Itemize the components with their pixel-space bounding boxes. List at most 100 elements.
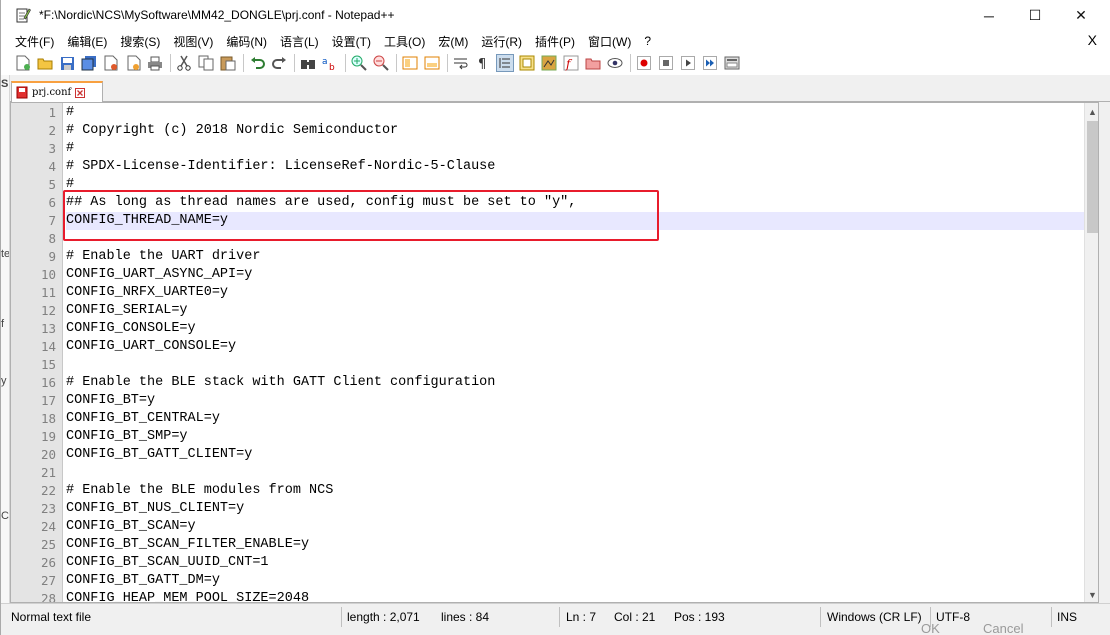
code-line[interactable]	[66, 356, 1084, 374]
scrollbar-thumb[interactable]	[1087, 121, 1098, 233]
zoom-out-icon[interactable]	[373, 55, 389, 71]
svg-text:b: b	[329, 63, 335, 71]
replace-icon[interactable]: ab	[322, 55, 338, 71]
tab-label: prj.conf	[32, 87, 72, 98]
code-line[interactable]: CONFIG_THREAD_NAME=y	[66, 212, 1084, 230]
status-divider	[559, 607, 560, 627]
code-line[interactable]: CONFIG_BT=y	[66, 392, 1084, 410]
maximize-button[interactable]: ☐	[1012, 0, 1058, 31]
code-line[interactable]: CONFIG_UART_CONSOLE=y	[66, 338, 1084, 356]
tab-close-icon[interactable]	[75, 87, 86, 98]
copy-icon[interactable]	[198, 55, 214, 71]
code-line[interactable]: CONFIG_SERIAL=y	[66, 302, 1084, 320]
play-macro-icon[interactable]	[680, 55, 696, 71]
menu-run[interactable]: 运行(R)	[481, 33, 522, 50]
code-line[interactable]: # Enable the UART driver	[66, 248, 1084, 266]
code-line[interactable]: CONFIG_BT_SCAN=y	[66, 518, 1084, 536]
code-line[interactable]: CONFIG_BT_SCAN_UUID_CNT=1	[66, 554, 1084, 572]
print-icon[interactable]	[147, 55, 163, 71]
menu-settings[interactable]: 设置(T)	[332, 33, 371, 50]
line-number: 16	[40, 375, 56, 390]
code-line[interactable]: CONFIG_BT_CENTRAL=y	[66, 410, 1084, 428]
save-all-icon[interactable]	[81, 55, 97, 71]
run-macro-multiple-icon[interactable]	[702, 55, 718, 71]
minimize-button[interactable]: ─	[966, 0, 1012, 31]
menu-search[interactable]: 搜索(S)	[120, 33, 160, 50]
menu-help[interactable]: ?	[644, 34, 651, 48]
monitoring-icon[interactable]	[607, 55, 623, 71]
code-line[interactable]: ## As long as thread names are used, con…	[66, 194, 1084, 212]
code-line[interactable]: CONFIG_BT_NUS_CLIENT=y	[66, 500, 1084, 518]
maximize-icon: ☐	[1028, 7, 1042, 23]
scroll-up-icon[interactable]: ▲	[1088, 107, 1097, 117]
status-insert-mode: INS	[1057, 610, 1078, 624]
line-number: 28	[40, 591, 56, 603]
folder-workspace-icon[interactable]	[585, 55, 601, 71]
code-line[interactable]: #	[66, 140, 1084, 158]
doc-map-icon[interactable]	[541, 55, 557, 71]
code-line[interactable]: CONFIG_HEAP_MEM_POOL_SIZE=2048	[66, 590, 1084, 602]
zoom-in-icon[interactable]	[351, 55, 367, 71]
menu-plugins[interactable]: 插件(P)	[535, 33, 575, 50]
redo-icon[interactable]	[271, 55, 287, 71]
find-icon[interactable]	[300, 55, 316, 71]
menu-tools[interactable]: 工具(O)	[384, 33, 425, 50]
menu-edit[interactable]: 编辑(E)	[67, 33, 107, 50]
undo-icon[interactable]	[249, 55, 265, 71]
close-window-button[interactable]: ✕	[1058, 0, 1104, 31]
save-macro-icon[interactable]	[724, 55, 740, 71]
text-editor[interactable]: 1 2 3 4 5 6 7 8 9 10 11 12 13 14 15 16 17 18 19 20 21 22 23 24 2…	[10, 102, 1099, 603]
record-macro-icon[interactable]	[636, 55, 652, 71]
tab-prj-conf[interactable]: prj.conf	[11, 81, 103, 102]
cut-icon[interactable]	[176, 55, 192, 71]
code-line[interactable]: CONFIG_NRFX_UARTE0=y	[66, 284, 1084, 302]
open-file-icon[interactable]	[37, 55, 53, 71]
close-all-icon[interactable]	[125, 55, 141, 71]
new-file-icon[interactable]	[15, 55, 31, 71]
menu-window[interactable]: 窗口(W)	[588, 33, 631, 50]
show-all-chars-icon[interactable]: ¶	[475, 55, 491, 71]
line-number: 14	[40, 339, 56, 354]
vertical-scrollbar[interactable]: ▲ ▼	[1084, 103, 1098, 602]
close-file-icon[interactable]	[103, 55, 119, 71]
code-line[interactable]: # Enable the BLE stack with GATT Client …	[66, 374, 1084, 392]
code-line[interactable]: CONFIG_UART_ASYNC_API=y	[66, 266, 1084, 284]
title-bar[interactable]: *F:\Nordic\NCS\MySoftware\MM42_DONGLE\pr…	[1, 0, 1110, 31]
code-line[interactable]: CONFIG_CONSOLE=y	[66, 320, 1084, 338]
menu-encoding[interactable]: 编码(N)	[226, 33, 267, 50]
status-divider	[820, 607, 821, 627]
indent-guide-icon[interactable]	[496, 54, 514, 72]
code-line[interactable]: CONFIG_BT_GATT_DM=y	[66, 572, 1084, 590]
code-line[interactable]: CONFIG_BT_SCAN_FILTER_ENABLE=y	[66, 536, 1084, 554]
code-line[interactable]	[66, 230, 1084, 248]
menu-language[interactable]: 语言(L)	[280, 33, 319, 50]
stop-macro-icon[interactable]	[658, 55, 674, 71]
code-line[interactable]: # Copyright (c) 2018 Nordic Semiconducto…	[66, 122, 1084, 140]
save-icon[interactable]	[59, 55, 75, 71]
sync-horizontal-icon[interactable]	[424, 55, 440, 71]
code-line[interactable]: CONFIG_BT_SMP=y	[66, 428, 1084, 446]
paste-icon[interactable]	[220, 55, 236, 71]
code-area[interactable]: # # Copyright (c) 2018 Nordic Semiconduct…	[64, 103, 1084, 602]
function-list-icon[interactable]: f	[563, 55, 579, 71]
background-char: y	[1, 375, 7, 387]
code-line[interactable]: # SPDX-License-Identifier: LicenseRef-No…	[66, 158, 1084, 176]
close-document-button[interactable]: X	[1088, 32, 1097, 48]
code-line[interactable]	[66, 464, 1084, 482]
code-line[interactable]: #	[66, 104, 1084, 122]
toolbar-separator	[294, 54, 295, 72]
menu-macro[interactable]: 宏(M)	[438, 33, 468, 50]
toolbar-separator	[243, 54, 244, 72]
code-line[interactable]: CONFIG_BT_GATT_CLIENT=y	[66, 446, 1084, 464]
menu-file[interactable]: 文件(F)	[15, 33, 54, 50]
user-language-icon[interactable]	[519, 55, 535, 71]
word-wrap-icon[interactable]	[453, 55, 469, 71]
code-line[interactable]: #	[66, 176, 1084, 194]
background-char: f	[1, 318, 5, 330]
code-line[interactable]: # Enable the BLE modules from NCS	[66, 482, 1084, 500]
line-number: 18	[40, 411, 56, 426]
background-cancel-button: Cancel	[983, 621, 1024, 635]
scroll-down-icon[interactable]: ▼	[1088, 590, 1097, 600]
menu-view[interactable]: 视图(V)	[173, 33, 213, 50]
sync-vertical-icon[interactable]	[402, 55, 418, 71]
